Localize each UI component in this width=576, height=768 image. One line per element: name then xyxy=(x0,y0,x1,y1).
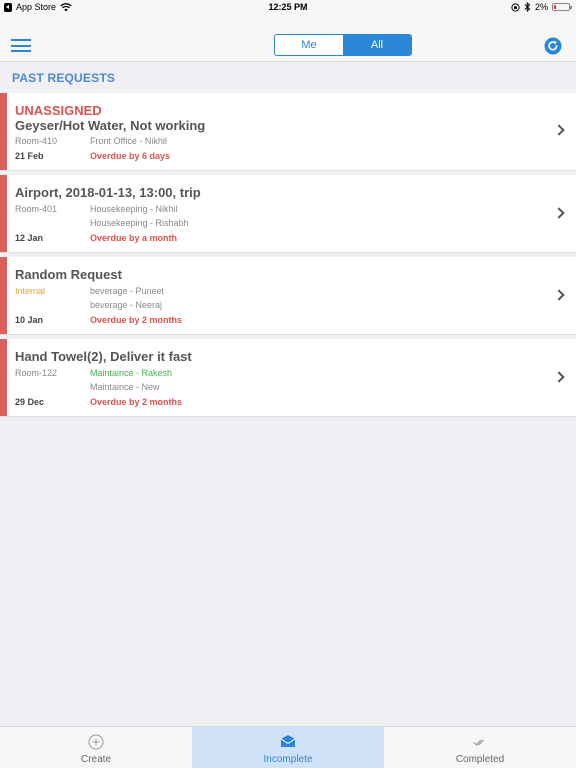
battery-percent: 2% xyxy=(534,2,548,12)
request-card[interactable]: Random Request Internal beverage - Punee… xyxy=(0,257,576,335)
bluetooth-icon xyxy=(524,2,531,12)
battery-icon xyxy=(552,3,572,11)
request-location: Room-401 xyxy=(15,204,58,214)
chevron-right-icon xyxy=(553,289,565,301)
back-app-label: App Store xyxy=(16,2,57,12)
request-assignment: Housekeeping - Nikhil xyxy=(90,204,178,214)
back-arrow-icon xyxy=(4,2,12,12)
section-title: PAST REQUESTS xyxy=(12,71,116,85)
segment-all[interactable]: All xyxy=(343,35,411,55)
request-overdue: Overdue by 6 days xyxy=(90,151,171,161)
tab-incomplete[interactable]: Incomplete xyxy=(192,727,384,768)
envelope-icon xyxy=(280,735,296,747)
orientation-lock-icon xyxy=(511,2,520,12)
plus-circle-icon xyxy=(88,734,104,750)
tab-create[interactable]: Create xyxy=(0,727,192,768)
status-bar: App Store 12:25 PM 2% xyxy=(0,0,576,16)
request-date: 29 Dec xyxy=(15,397,45,407)
chevron-right-icon xyxy=(553,207,565,219)
double-check-icon xyxy=(473,739,484,746)
wifi-icon xyxy=(60,2,72,11)
request-overdue: Overdue by 2 months xyxy=(90,397,183,407)
refresh-icon[interactable] xyxy=(544,37,562,55)
request-date: 12 Jan xyxy=(15,233,44,243)
request-assignment: Maintaince - New xyxy=(90,382,160,392)
request-assignment: beverage - Neeraj xyxy=(90,300,163,310)
status-time: 12:25 PM xyxy=(268,2,308,12)
tab-completed[interactable]: Completed xyxy=(384,727,576,768)
request-assignment: beverage - Puneet xyxy=(90,286,165,296)
tab-bar: Create Incomplete Completed xyxy=(0,726,576,768)
request-date: 21 Feb xyxy=(15,151,44,161)
request-assignment: Front Office - Nikhil xyxy=(90,136,167,146)
filter-segmented-control: Me All xyxy=(274,34,412,56)
request-location: Room-122 xyxy=(15,368,58,378)
request-overdue: Overdue by 2 months xyxy=(90,315,183,325)
request-title: Random Request xyxy=(15,267,122,282)
request-title: Hand Towel(2), Deliver it fast xyxy=(15,349,192,364)
tab-completed-label: Completed xyxy=(455,754,505,765)
request-card[interactable]: Hand Towel(2), Deliver it fast Room-122 … xyxy=(0,339,576,417)
nav-bar: Me All xyxy=(0,16,576,62)
chevron-right-icon xyxy=(553,124,565,136)
request-date: 10 Jan xyxy=(15,315,44,325)
back-to-app[interactable]: App Store xyxy=(4,2,72,12)
segment-me[interactable]: Me xyxy=(275,35,343,55)
request-assignment: Housekeeping - Rishabh xyxy=(90,218,189,228)
menu-icon[interactable] xyxy=(11,39,31,52)
request-location: Room-410 xyxy=(15,136,58,146)
request-title: Airport, 2018-01-13, 13:00, trip xyxy=(15,185,201,200)
tab-create-label: Create xyxy=(80,754,111,765)
chevron-right-icon xyxy=(553,371,565,383)
request-card[interactable]: UNASSIGNED Geyser/Hot Water, Not working… xyxy=(0,93,576,171)
request-overdue: Overdue by a month xyxy=(90,233,178,243)
request-status: UNASSIGNED xyxy=(15,103,102,118)
request-card[interactable]: Airport, 2018-01-13, 13:00, trip Room-40… xyxy=(0,175,576,253)
tab-incomplete-label: Incomplete xyxy=(263,754,313,765)
status-indicators: 2% xyxy=(511,2,572,12)
request-location: Internal xyxy=(15,286,46,296)
request-title: Geyser/Hot Water, Not working xyxy=(15,118,206,133)
request-assignment: Maintaince - Rakesh xyxy=(90,368,173,378)
